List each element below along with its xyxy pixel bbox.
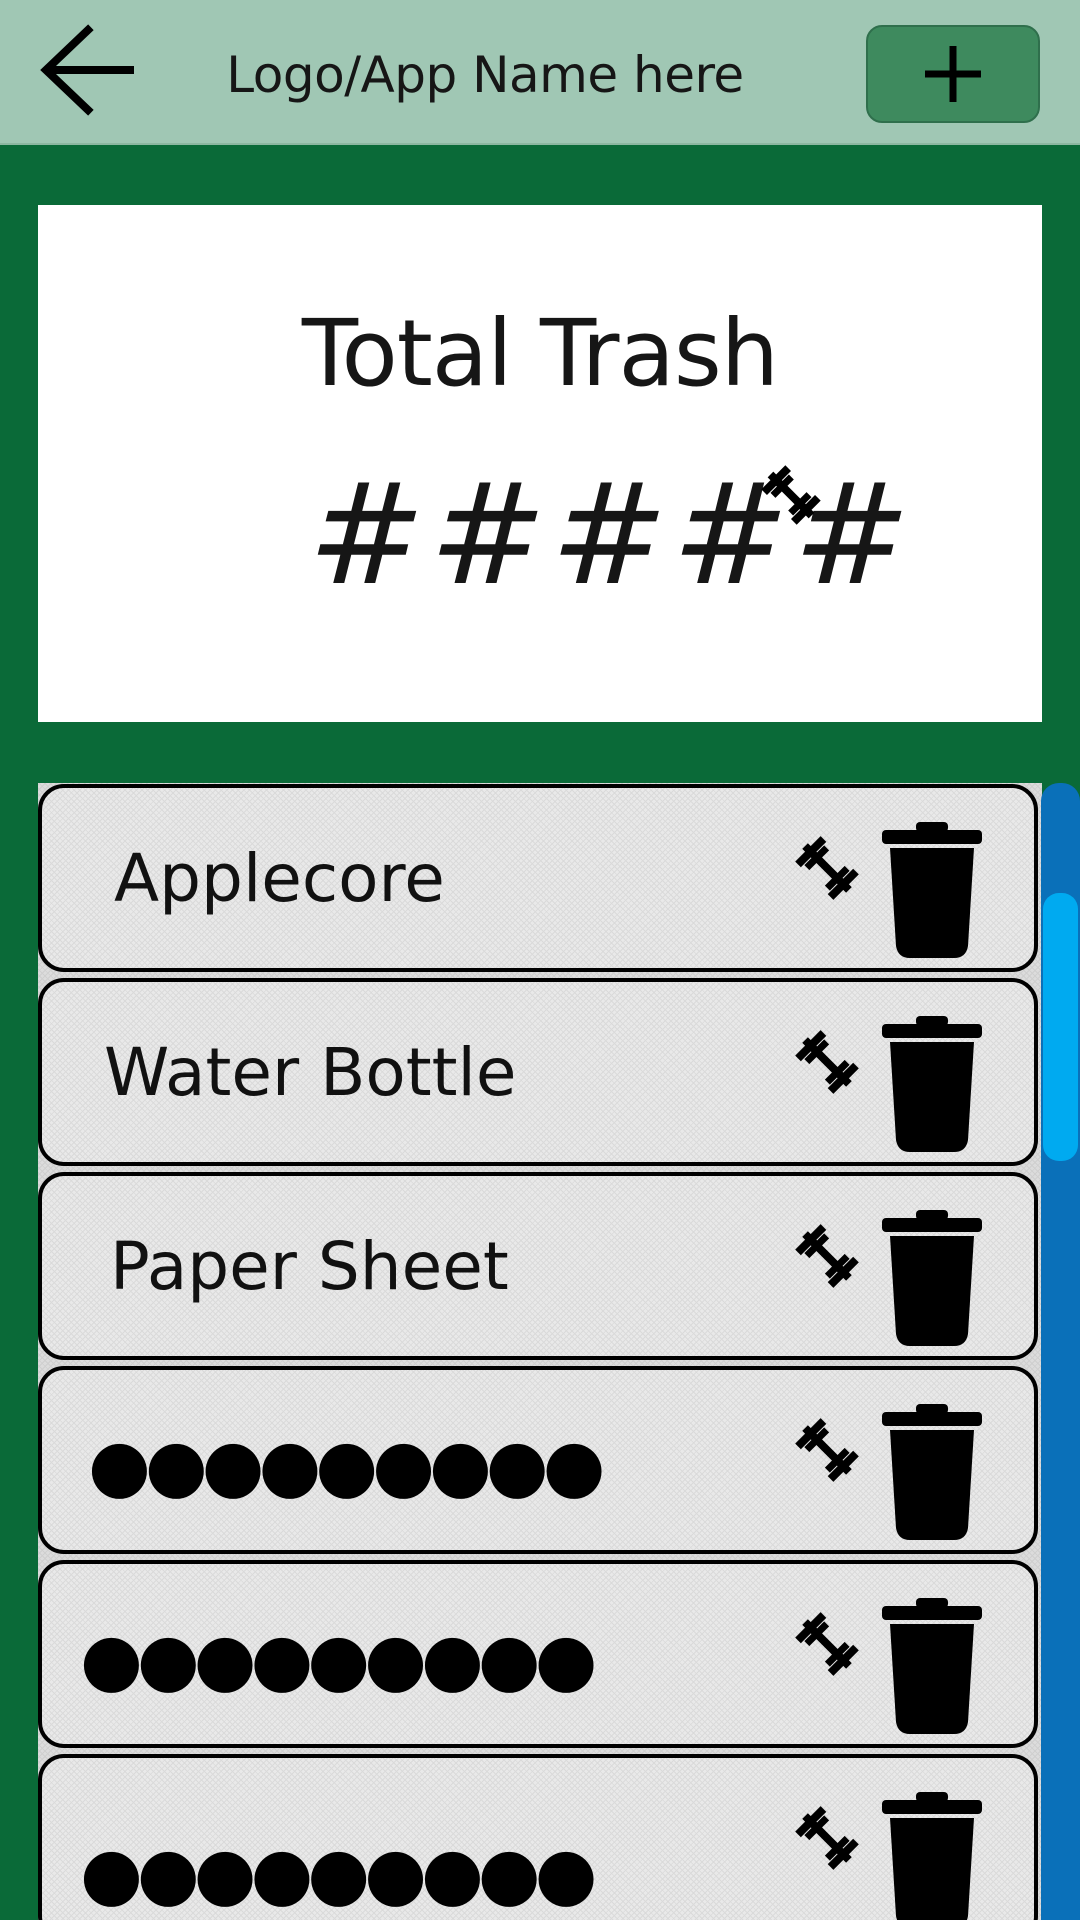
dumbbell-icon[interactable] xyxy=(792,1414,862,1486)
add-button[interactable] xyxy=(866,25,1040,123)
item-label: ●●●●●●●●● xyxy=(88,1423,605,1507)
item-label: ●●●●●●●●● xyxy=(80,1617,597,1701)
trash-icon[interactable] xyxy=(880,1792,984,1920)
trash-icon[interactable] xyxy=(880,1598,984,1734)
item-label: Paper Sheet xyxy=(110,1227,509,1305)
list-item[interactable]: Applecore xyxy=(38,784,1038,972)
scrollbar-thumb[interactable] xyxy=(1043,893,1078,1161)
dumbbell-icon[interactable] xyxy=(792,1026,862,1098)
total-trash-card: Total Trash ##### xyxy=(38,205,1042,722)
list-item[interactable]: ●●●●●●●●● xyxy=(38,1560,1038,1748)
app-title: Logo/App Name here xyxy=(226,46,744,104)
total-trash-value: ##### xyxy=(308,453,915,617)
list-item[interactable]: Paper Sheet xyxy=(38,1172,1038,1360)
item-label: ●●●●●●●●● xyxy=(80,1831,597,1915)
trash-icon[interactable] xyxy=(880,822,984,958)
item-label: Water Bottle xyxy=(104,1033,517,1111)
dumbbell-icon[interactable] xyxy=(792,832,862,904)
dumbbell-icon[interactable] xyxy=(792,1220,862,1292)
dumbbell-icon[interactable] xyxy=(792,1608,862,1680)
list-item[interactable]: ●●●●●●●●● xyxy=(38,1754,1038,1920)
item-label: Applecore xyxy=(114,839,445,917)
trash-icon[interactable] xyxy=(880,1210,984,1346)
dumbbell-icon xyxy=(761,465,821,525)
trash-icon[interactable] xyxy=(880,1016,984,1152)
dumbbell-icon[interactable] xyxy=(792,1802,862,1874)
plus-icon xyxy=(925,46,981,102)
total-trash-row: ##### xyxy=(38,453,1042,617)
back-button[interactable] xyxy=(36,24,140,116)
total-trash-title: Total Trash xyxy=(301,300,779,407)
arrow-left-icon xyxy=(40,24,134,116)
list-item[interactable]: Water Bottle xyxy=(38,978,1038,1166)
trash-item-list[interactable]: Applecore Water Bottle Paper Sheet ●●●●●… xyxy=(38,783,1042,1920)
trash-icon[interactable] xyxy=(880,1404,984,1540)
list-item[interactable]: ●●●●●●●●● xyxy=(38,1366,1038,1554)
top-bar: Logo/App Name here xyxy=(0,0,1080,145)
